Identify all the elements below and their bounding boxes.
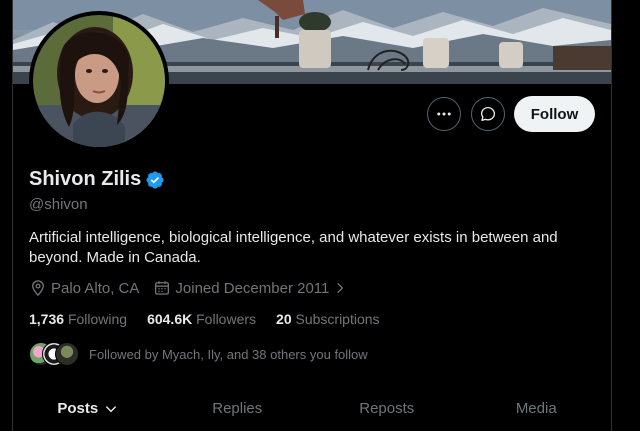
more-button[interactable] — [427, 97, 461, 131]
tab-reposts-label: Reposts — [359, 400, 415, 417]
profile-bio: Artificial intelligence, biological inte… — [29, 229, 558, 266]
followed-by-row[interactable]: Followed by Myach, Ily, and 38 others yo… — [29, 342, 368, 366]
tab-replies[interactable]: Replies — [163, 388, 313, 431]
subscriptions-label: Subscriptions — [295, 311, 380, 327]
more-icon — [437, 112, 451, 116]
profile-stats: 1,736 Following 604.6K Followers 20 Subs… — [29, 311, 400, 327]
right-border — [611, 0, 612, 431]
followed-by-text: Followed by Myach, Ily, and 38 others yo… — [89, 346, 368, 362]
chevron-right-icon — [337, 282, 344, 294]
tab-media-label: Media — [515, 400, 557, 417]
followers-count: 604.6K — [147, 311, 193, 327]
followed-by-avatars — [29, 342, 79, 366]
subscriptions-count: 20 — [276, 311, 292, 327]
profile-avatar[interactable] — [29, 11, 169, 151]
location-text: Palo Alto, CA — [51, 279, 140, 297]
chevron-down-icon — [106, 406, 117, 413]
joined-text: Joined December 2011 — [175, 279, 330, 297]
follow-button[interactable]: Follow — [514, 96, 595, 132]
joined-item[interactable]: Joined December 2011 — [153, 279, 351, 297]
following-count: 1,736 — [29, 311, 65, 327]
followers-stat[interactable]: 604.6K Followers — [147, 311, 256, 327]
profile-tabs: Posts Replies Reposts Media — [13, 388, 611, 431]
profile-page: Follow Shivon Zilis @shivon Artificial i… — [0, 0, 640, 431]
avatar-image — [33, 15, 165, 147]
location-pin-icon — [32, 280, 44, 297]
profile-meta: Palo Alto, CA Joined December 2011 — [29, 279, 351, 297]
follower-avatar — [55, 342, 79, 366]
profile-name: Shivon Zilis — [29, 168, 142, 190]
verified-badge-icon[interactable] — [145, 170, 165, 190]
tab-replies-label: Replies — [212, 400, 263, 417]
location-item: Palo Alto, CA — [29, 279, 139, 297]
name-row: Shivon Zilis — [29, 168, 165, 191]
message-icon — [480, 106, 496, 122]
tab-posts-label: Posts — [57, 400, 99, 417]
calendar-icon — [155, 281, 170, 295]
tab-media[interactable]: Media — [462, 388, 612, 431]
tab-posts[interactable]: Posts — [13, 388, 163, 431]
profile-handle: @shivon — [29, 196, 88, 213]
followers-label: Followers — [196, 311, 257, 327]
tab-reposts[interactable]: Reposts — [312, 388, 462, 431]
subscriptions-stat[interactable]: 20 Subscriptions — [276, 311, 380, 327]
message-button[interactable] — [471, 97, 505, 131]
following-label: Following — [67, 311, 128, 327]
following-stat[interactable]: 1,736 Following — [29, 311, 127, 327]
